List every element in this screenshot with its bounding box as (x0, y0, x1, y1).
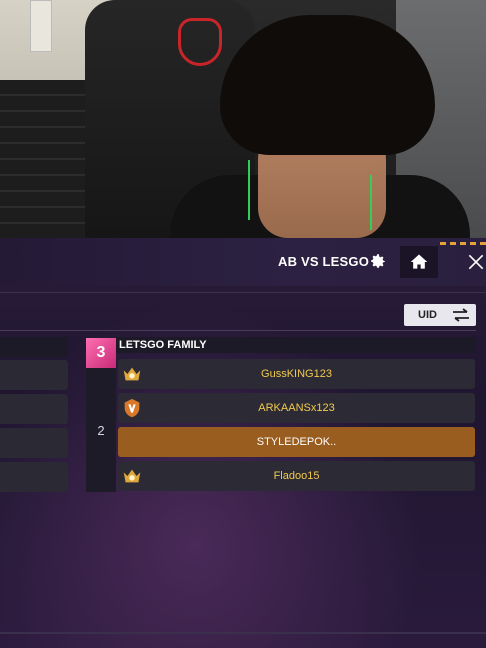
uid-label: UID (418, 309, 437, 321)
player-name: ARKAANSx123 (258, 402, 335, 414)
wall-switch (30, 0, 52, 52)
close-icon[interactable] (466, 252, 486, 272)
left-player-row[interactable] (0, 394, 68, 424)
player-row[interactable]: GussKING123 (118, 359, 475, 389)
team-rank-value: 2 (97, 422, 105, 438)
swap-arrows-icon (453, 308, 469, 322)
match-title: AB VS LESGO (278, 254, 370, 269)
left-player-row[interactable] (0, 462, 68, 492)
header-divider (0, 292, 486, 293)
panel-top-line (0, 330, 476, 331)
home-button[interactable] (400, 246, 438, 278)
uid-toggle-button[interactable]: UID (404, 304, 476, 326)
accent-strip (440, 242, 486, 245)
left-player-row[interactable] (0, 360, 68, 390)
webcam-overlay (0, 0, 486, 238)
team-logo: 3 (86, 338, 116, 368)
earbud-wire-left (248, 160, 250, 220)
player-row[interactable]: ARKAANSx123 (118, 393, 475, 423)
player-name: STYLEDEPOK.. (256, 436, 337, 448)
home-icon (410, 254, 428, 269)
team-logo-text: 3 (96, 344, 106, 361)
team-rank: 2 (86, 368, 116, 492)
chair-logo-icon (178, 18, 222, 66)
bottom-divider (0, 632, 486, 634)
game-screen: AB VS LESGO UID 3 LETSGO FAMILY 2 GussKI… (0, 238, 486, 648)
left-team-header (0, 337, 68, 357)
player-row[interactable]: Fladoo15 (118, 461, 475, 491)
player-row-selected[interactable]: STYLEDEPOK.. (118, 427, 475, 457)
player-name: GussKING123 (261, 368, 332, 380)
streamer-hair (220, 15, 435, 155)
left-player-row[interactable] (0, 428, 68, 458)
gear-icon[interactable] (369, 252, 387, 270)
earbud-wire-right (370, 175, 372, 230)
player-name: Fladoo15 (273, 470, 320, 482)
team-name: LETSGO FAMILY (119, 339, 207, 351)
